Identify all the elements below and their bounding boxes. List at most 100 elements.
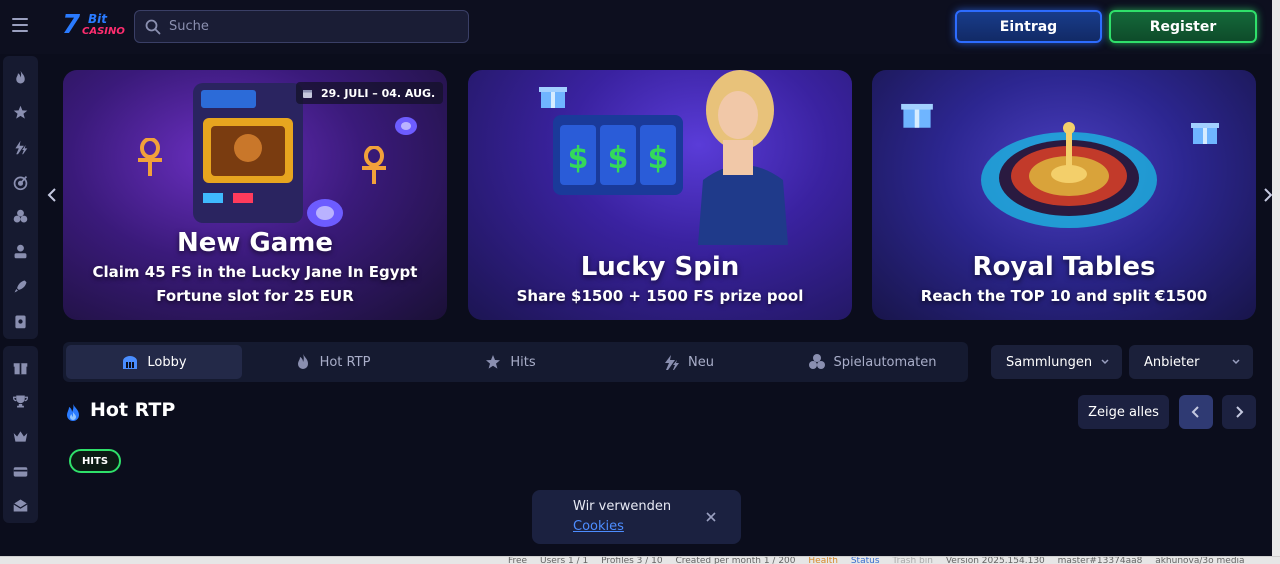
status-item: Free	[508, 556, 528, 564]
providers-label: Anbieter	[1144, 354, 1200, 370]
sidebar-secondary	[3, 346, 38, 523]
mail-icon[interactable]	[3, 488, 38, 523]
category-tabs: Lobby Hot RTP Hits Neu Spielautomaten	[63, 342, 968, 382]
cherries-icon	[808, 354, 825, 369]
cookie-text: Wir verwenden	[573, 499, 672, 514]
banner-title: Royal Tables	[972, 252, 1156, 282]
chevron-down-icon	[1101, 359, 1109, 365]
status-trash[interactable]: Trash bin	[892, 557, 933, 564]
providers-dropdown[interactable]: Anbieter	[1129, 345, 1253, 379]
tab-label: Neu	[688, 354, 714, 370]
show-all-button[interactable]: Zeige alles	[1078, 395, 1169, 429]
trophy-icon[interactable]	[3, 385, 38, 420]
register-button[interactable]: Register	[1109, 10, 1257, 43]
banner-new-game[interactable]: New Game Claim 45 FS in the Lucky Jane I…	[63, 70, 447, 320]
flame-icon	[297, 354, 308, 369]
svg-text:$: $	[648, 141, 669, 176]
tab-spielautomaten[interactable]: Spielautomaten	[778, 345, 966, 379]
gift-icon	[539, 87, 567, 108]
banner-royal-tables[interactable]: Royal Tables Reach the TOP 10 and split …	[872, 70, 1256, 320]
chevron-down-icon	[1232, 359, 1240, 365]
cookie-link[interactable]: Cookies	[573, 519, 624, 534]
gift-icon	[901, 103, 933, 128]
logo-bit: Bit	[88, 12, 107, 26]
ankh-icon	[138, 138, 162, 176]
status-branch: master#13374aa8	[1057, 556, 1143, 564]
live-icon[interactable]	[3, 304, 38, 339]
search-icon	[145, 19, 161, 34]
cookie-banner: Wir verwenden Cookies	[532, 490, 741, 544]
crown-icon[interactable]	[3, 419, 38, 454]
status-version: Version 2025.154.130	[945, 556, 1045, 564]
tab-hot-rtp[interactable]: Hot RTP	[244, 345, 420, 379]
collections-dropdown[interactable]: Sammlungen	[991, 345, 1122, 379]
gift-icon	[1191, 123, 1219, 144]
login-button[interactable]: Eintrag	[955, 10, 1102, 43]
tab-lobby[interactable]: Lobby	[66, 345, 242, 379]
banner-title: Lucky Spin	[580, 252, 740, 282]
svg-text:$: $	[568, 141, 589, 176]
chip-icon	[395, 117, 417, 135]
logo-seven: 7	[62, 10, 80, 40]
status-health[interactable]: Health	[808, 557, 838, 564]
chevron-right-icon	[1236, 406, 1244, 418]
search-box[interactable]	[134, 10, 469, 43]
hot-rtp-flame-icon	[67, 404, 79, 421]
logo-casino: CASINO	[82, 26, 125, 37]
gift-icon[interactable]	[3, 350, 38, 385]
banner-lucky-spin[interactable]: $ $ $ Lucky Spin Share $1500 + 1500 FS p…	[468, 70, 852, 320]
status-user: akhunova/3o media	[1155, 556, 1245, 564]
collections-label: Sammlungen	[1006, 354, 1093, 370]
logo[interactable]: 7 Bit CASINO	[62, 10, 125, 44]
hits-icon	[486, 355, 501, 369]
status-item: Users 1 / 1	[539, 556, 589, 564]
card-icon[interactable]	[3, 454, 38, 489]
cards-icon[interactable]	[3, 200, 38, 235]
close-icon[interactable]	[704, 510, 718, 524]
scrollbar[interactable]	[1272, 0, 1280, 556]
date-badge-text: 29. JULI – 04. AUG.	[321, 86, 436, 100]
chip-icon	[307, 199, 343, 227]
tab-label: Lobby	[147, 354, 187, 370]
tab-label: Hits	[510, 354, 536, 370]
section-title: Hot RTP	[90, 399, 176, 421]
tab-hits[interactable]: Hits	[422, 345, 598, 379]
banner-title: New Game	[176, 228, 334, 258]
banner-subtitle-line1: Claim 45 FS in the Lucky Jane In Egypt	[92, 263, 418, 281]
reels-illustration: $ $ $	[553, 115, 683, 195]
carousel-prev-icon[interactable]	[46, 186, 58, 204]
status-item: Created per month 1 / 200	[675, 556, 796, 564]
sidebar-primary	[3, 56, 38, 339]
ankh-icon	[362, 146, 386, 184]
status-item: Profiles 3 / 10	[601, 556, 663, 564]
section-prev-button[interactable]	[1179, 395, 1213, 429]
status-row: Free Users 1 / 1 Profiles 3 / 10 Created…	[508, 557, 1255, 564]
dealer-icon[interactable]	[3, 234, 38, 269]
svg-text:$: $	[608, 141, 629, 176]
tab-label: Spielautomaten	[833, 354, 937, 370]
chevron-left-icon	[1191, 406, 1199, 418]
menu-icon[interactable]	[12, 18, 28, 32]
woman-illustration	[698, 70, 788, 245]
gamepad-icon[interactable]	[3, 95, 38, 130]
status-footer: Free Users 1 / 1 Profiles 3 / 10 Created…	[0, 556, 1280, 564]
status-link[interactable]: Status	[851, 557, 880, 564]
fire-icon[interactable]	[3, 60, 38, 95]
tab-neu[interactable]: Neu	[600, 345, 776, 379]
date-badge: 29. JULI – 04. AUG.	[296, 82, 444, 104]
hits-badge: HITS	[69, 449, 121, 473]
top-header: 7 Bit CASINO Eintrag Register	[0, 0, 1272, 54]
lobby-icon	[123, 356, 138, 369]
target-icon[interactable]	[3, 165, 38, 200]
section-next-button[interactable]	[1222, 395, 1256, 429]
roulette-illustration	[981, 122, 1157, 228]
bolt-icon[interactable]	[3, 130, 38, 165]
banner-subtitle: Share $1500 + 1500 FS prize pool	[516, 287, 804, 305]
tab-label: Hot RTP	[319, 354, 371, 370]
banner-subtitle: Reach the TOP 10 and split €1500	[920, 287, 1208, 305]
rocket-icon[interactable]	[3, 269, 38, 304]
new-icon	[665, 355, 680, 370]
calendar-icon	[303, 89, 312, 98]
banner-subtitle-line2: Fortune slot for 25 EUR	[156, 287, 354, 305]
search-input[interactable]	[169, 19, 459, 34]
